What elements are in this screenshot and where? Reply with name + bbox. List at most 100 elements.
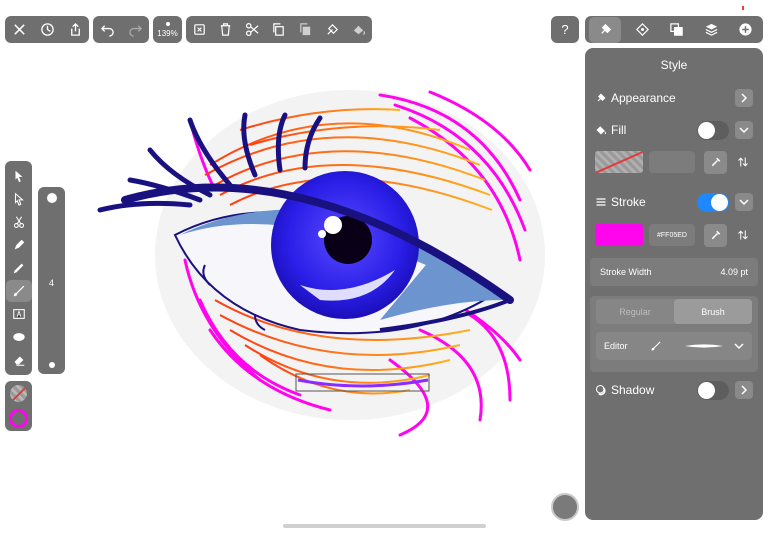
tool-direct-select[interactable] (6, 188, 32, 210)
pencil-icon (13, 263, 23, 274)
stroke-toggle[interactable] (697, 192, 729, 212)
undo-button[interactable] (94, 17, 120, 43)
copy-icon (273, 23, 285, 36)
scissors-tool-icon (13, 216, 24, 228)
brush-edit-icon (651, 341, 661, 351)
fill-controls (585, 150, 763, 174)
size-small-dot-icon (48, 362, 55, 368)
swap-icon (738, 157, 748, 167)
chevron-down-icon (739, 199, 749, 206)
trash-icon (221, 23, 231, 36)
fill-swap-button[interactable] (733, 151, 753, 173)
style-paste-icon (353, 25, 366, 35)
undo-icon (100, 25, 114, 37)
stroke-label: Stroke (611, 195, 646, 209)
chevron-right-icon (741, 385, 748, 395)
fill-expand-button[interactable] (735, 121, 753, 139)
stroke-width-slider[interactable]: Stroke Width 4.09 pt (590, 258, 758, 286)
inspector-tabs (585, 16, 763, 43)
shadow-icon (595, 384, 606, 396)
brush-profile-dropdown[interactable] (682, 341, 744, 351)
fill-toggle[interactable] (697, 120, 729, 140)
tool-brush[interactable] (5, 280, 32, 303)
stroke-eyedropper-button[interactable] (704, 223, 727, 247)
paste-button[interactable] (293, 17, 319, 43)
close-button[interactable] (6, 17, 32, 43)
mode-brush-segment[interactable]: Brush (674, 299, 752, 324)
tool-scissors[interactable] (6, 211, 32, 233)
fill-color-none-swatch[interactable] (595, 151, 643, 173)
appearance-row[interactable]: Appearance (585, 88, 763, 108)
shadow-expand-button[interactable] (735, 381, 753, 399)
fill-hex-field[interactable] (649, 151, 695, 173)
deselect-button[interactable] (186, 17, 212, 43)
tool-ellipse[interactable] (6, 326, 32, 348)
size-value: 4 (48, 277, 54, 288)
fill-swatch[interactable] (10, 384, 27, 402)
brush-style-icon (600, 23, 611, 34)
editor-row: Editor (596, 332, 752, 360)
style-copy-icon (326, 23, 338, 35)
mode-regular-segment[interactable]: Regular (596, 299, 674, 324)
mode-segmented-control: Regular Brush (596, 299, 752, 324)
copy-button[interactable] (266, 17, 292, 43)
size-large-dot-icon (46, 193, 57, 203)
none-slash-icon (10, 384, 27, 402)
tab-add[interactable] (733, 17, 759, 43)
stroke-width-label: Stroke Width (600, 267, 652, 277)
history-button[interactable] (34, 17, 60, 43)
chevron-down-icon (734, 343, 744, 350)
eyedropper-icon (711, 157, 720, 167)
fill-eyedropper-button[interactable] (704, 150, 727, 174)
close-icon (13, 24, 25, 35)
shadow-row: Shadow (585, 380, 763, 400)
help-icon: ? (561, 22, 569, 37)
brush-profile-preview-icon (684, 344, 724, 348)
deselect-icon (193, 24, 205, 35)
history-icon (40, 23, 54, 36)
stroke-swap-button[interactable] (733, 224, 753, 246)
fill-label: Fill (611, 123, 627, 137)
appearance-expand-button[interactable] (735, 89, 753, 107)
tab-style[interactable] (589, 16, 622, 43)
appearance-label: Appearance (611, 91, 676, 105)
tool-selection[interactable] (6, 165, 32, 187)
tool-eraser[interactable] (6, 349, 32, 371)
add-icon (739, 23, 752, 36)
shadow-toggle[interactable] (697, 380, 729, 400)
delete-button[interactable] (213, 17, 239, 43)
direct-select-icon (14, 192, 24, 206)
paste-style-button[interactable] (346, 17, 372, 43)
stroke-color-swatch[interactable] (595, 224, 643, 246)
tool-pencil[interactable] (6, 257, 32, 279)
zoom-level: 139% (157, 28, 178, 38)
pen-icon (14, 239, 24, 250)
tool-pen[interactable] (6, 234, 32, 256)
stroke-hex-field[interactable]: #FF05ED (649, 224, 695, 246)
floating-action-button[interactable] (551, 493, 579, 521)
arrange-icon (636, 23, 650, 36)
tab-layers[interactable] (698, 17, 724, 43)
history-toolbar (93, 16, 149, 43)
toggle-knob (711, 193, 728, 211)
editor-label: Editor (604, 341, 628, 351)
layers-icon (705, 23, 718, 36)
share-button[interactable] (62, 17, 88, 43)
brush-size-slider[interactable]: 4 (38, 187, 65, 374)
help-button[interactable]: ? (551, 16, 579, 43)
panel-title: Style (660, 58, 688, 72)
brush-style-icon (597, 93, 606, 102)
tab-pathfinder[interactable] (664, 17, 690, 43)
stroke-expand-button[interactable] (735, 193, 753, 211)
copy-style-button[interactable] (319, 17, 345, 43)
tab-arrange[interactable] (630, 17, 656, 43)
redo-button[interactable] (122, 17, 148, 43)
home-indicator (283, 524, 486, 528)
stroke-swatch[interactable] (9, 408, 28, 428)
zoom-indicator[interactable]: 139% (153, 16, 182, 43)
cut-button[interactable] (239, 17, 265, 43)
stroke-controls: #FF05ED (585, 223, 763, 247)
chevron-right-icon (741, 93, 748, 103)
tool-text[interactable] (6, 303, 32, 325)
brush-editor-button[interactable] (646, 336, 666, 356)
